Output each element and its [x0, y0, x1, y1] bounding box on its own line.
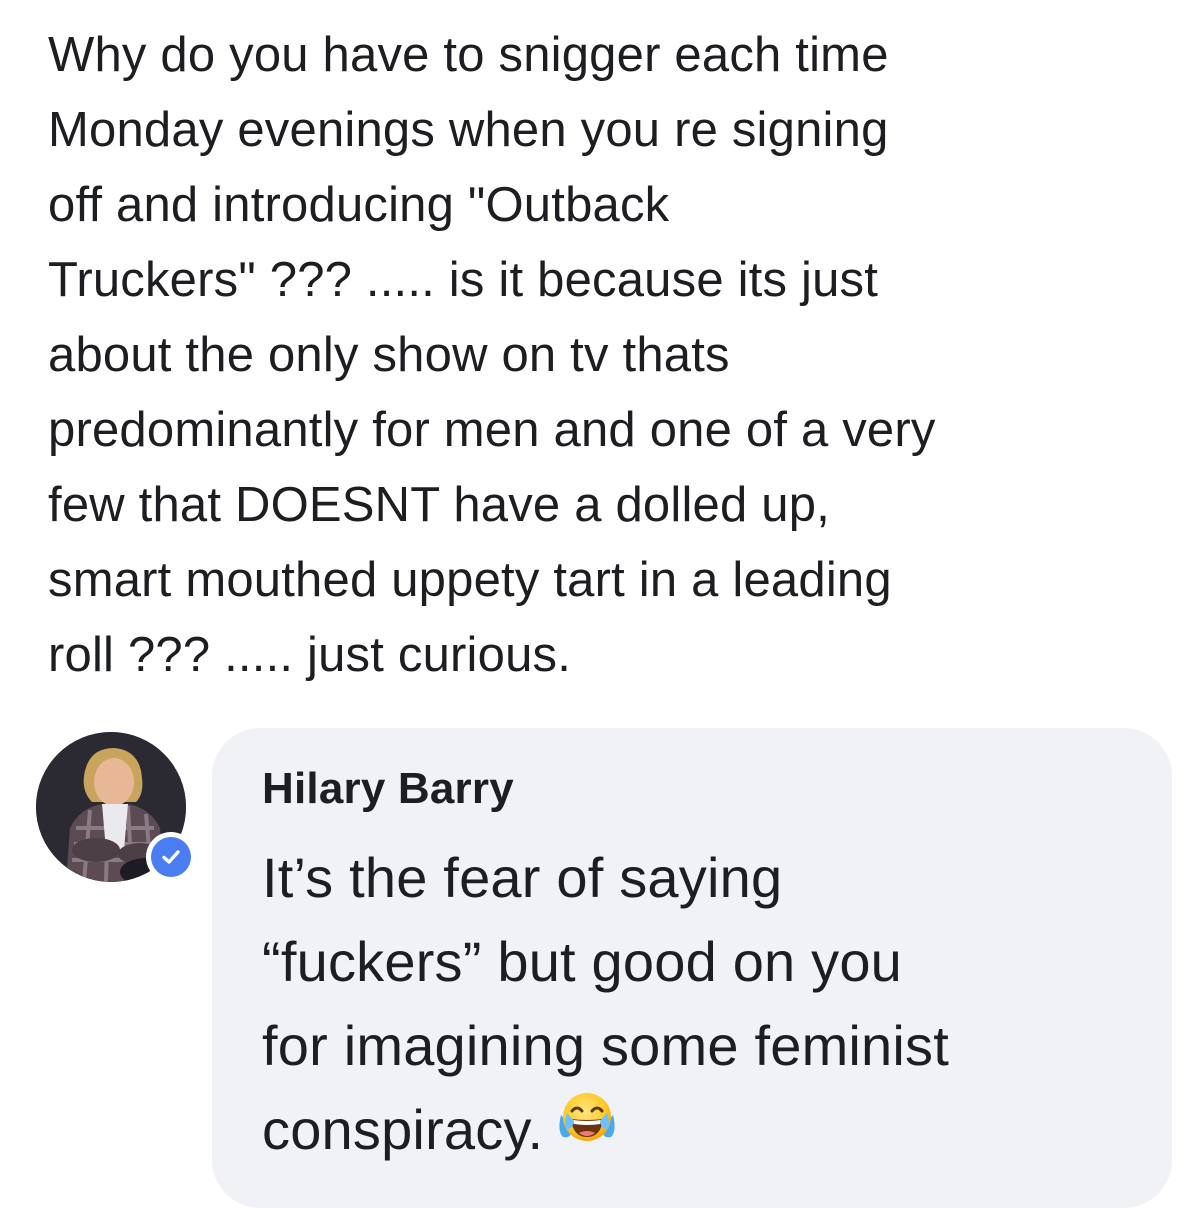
reply-text: It’s the fear of saying “fuckers” but go…: [262, 836, 1142, 1176]
author-name[interactable]: Hilary Barry: [262, 764, 514, 814]
verified-badge: [146, 832, 196, 882]
reply-line: for imagining some feminist: [262, 1014, 949, 1077]
comment-line: smart mouthed uppety tart in a leading: [48, 553, 892, 607]
comment-line: predominantly for men and one of a very: [48, 403, 936, 457]
comment-line: Truckers" ??? ..... is it because its ju…: [48, 253, 879, 307]
comment-line: Monday evenings when you re signing: [48, 103, 889, 157]
comment-line: few that DOESNT have a dolled up,: [48, 478, 830, 532]
reply-line-last: conspiracy.: [262, 1088, 1142, 1176]
reply-line: “fuckers” but good on you: [262, 930, 903, 993]
original-comment-text: Why do you have to snigger each time Mon…: [48, 18, 1168, 693]
reply-line-text: conspiracy.: [262, 1098, 544, 1161]
comment-line: roll ??? ..... just curious.: [48, 628, 572, 682]
checkmark-icon: [151, 837, 191, 877]
face-with-tears-of-joy-icon: [557, 1086, 617, 1170]
comment-line: Why do you have to snigger each time: [48, 28, 889, 82]
reply-comment: Hilary Barry It’s the fear of saying “fu…: [30, 728, 1200, 1208]
comment-line: off and introducing "Outback: [48, 178, 670, 232]
comment-line: about the only show on tv thats: [48, 328, 730, 382]
reply-bubble: Hilary Barry It’s the fear of saying “fu…: [212, 728, 1172, 1208]
reply-line: It’s the fear of saying: [262, 846, 783, 909]
